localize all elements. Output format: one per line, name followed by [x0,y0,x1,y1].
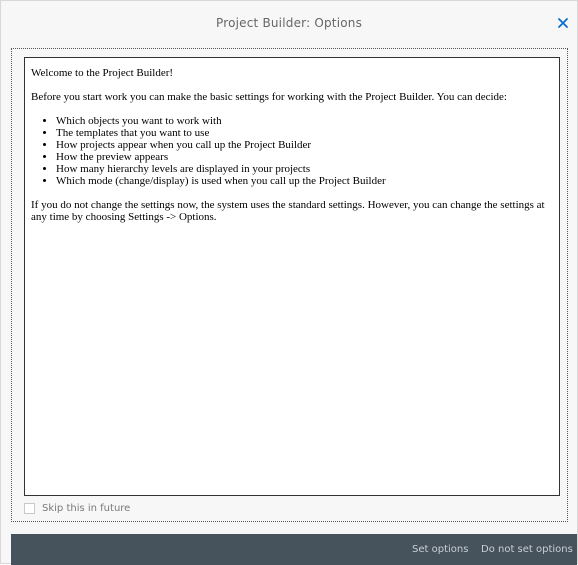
options-dialog: Project Builder: Options Welcome to the … [0,0,578,565]
list-item: The templates that you want to use [56,127,553,139]
skip-in-future-checkbox[interactable] [24,502,35,514]
options-list: Which objects you want to work with The … [31,115,553,187]
set-options-button[interactable]: Set options [412,544,468,555]
close-icon[interactable] [555,15,571,31]
welcome-greeting: Welcome to the Project Builder! [31,67,174,79]
list-item: Which mode (change/display) is used when… [56,175,553,187]
list-item: How projects appear when you call up the… [56,139,553,151]
welcome-intro: Before you start work you can make the b… [31,91,507,103]
list-item: How many hierarchy levels are displayed … [56,163,553,175]
welcome-text-area: Welcome to the Project Builder! Before y… [24,57,560,496]
dialog-title-bar: Project Builder: Options [1,1,577,47]
list-item: How the preview appears [56,151,553,163]
skip-in-future-label[interactable]: Skip this in future [42,503,130,514]
skip-in-future-row: Skip this in future [24,501,130,515]
dialog-footer: Set options Do not set options [11,534,577,565]
dialog-title: Project Builder: Options [215,16,363,30]
settings-note: If you do not change the settings now, t… [31,199,545,223]
list-item: Which objects you want to work with [56,115,553,127]
do-not-set-options-button[interactable]: Do not set options [481,544,573,555]
